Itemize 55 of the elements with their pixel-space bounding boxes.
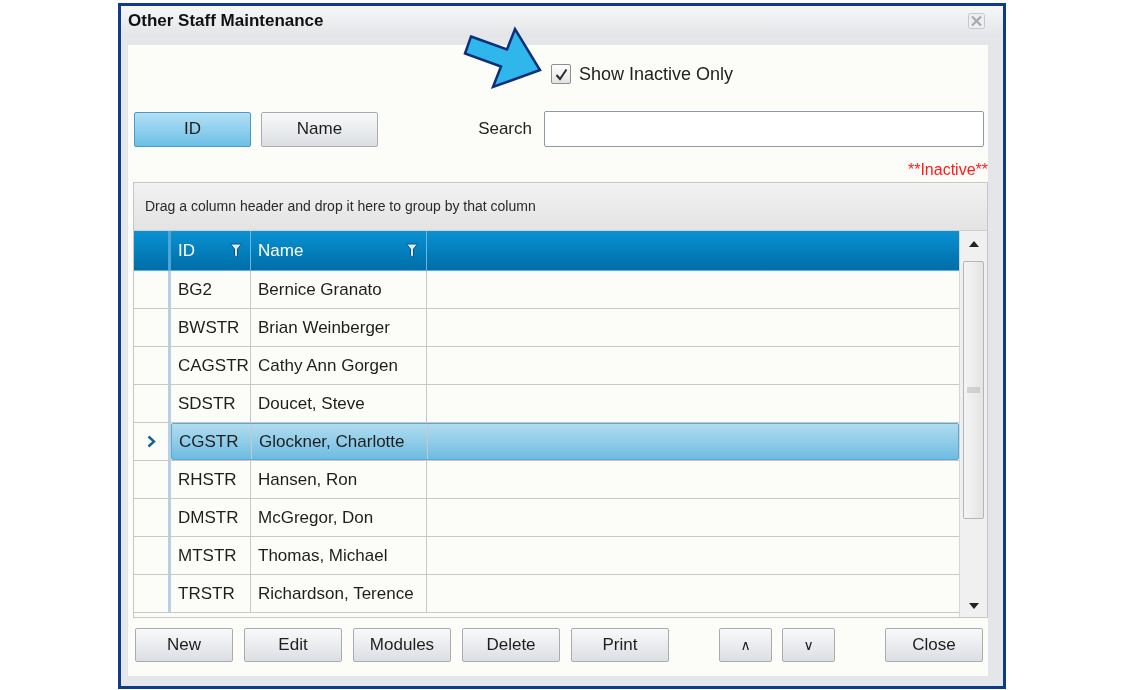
scrollbar[interactable] [959, 231, 987, 617]
sort-button[interactable]: ID [134, 111, 251, 147]
column-header[interactable]: ID [171, 231, 251, 270]
table-row[interactable]: CGSTR Glockner, Charlotte [171, 423, 959, 460]
table-cell: CAGSTR [171, 347, 251, 384]
search-field[interactable] [544, 111, 984, 147]
table-cell: Glockner, Charlotte [252, 424, 428, 459]
table-cell: SDSTR [171, 385, 251, 422]
grip-icon [967, 387, 980, 393]
filter-icon[interactable] [230, 242, 242, 259]
window-title: Other Staff Maintenance [128, 10, 324, 33]
scroll-down-arrow-icon[interactable] [968, 603, 979, 609]
filter-icon[interactable] [406, 242, 418, 259]
table-row[interactable]: TRSTR Richardson, Terence [171, 575, 959, 612]
column-header[interactable]: Name [251, 231, 427, 270]
table-cell: TRSTR [171, 575, 251, 612]
action-button[interactable]: Modules [353, 628, 451, 662]
checkmark-icon [554, 67, 568, 81]
chevron-right-icon [146, 435, 156, 448]
table-cell: Brian Weinberger [251, 309, 427, 346]
table-row[interactable]: CAGSTR Cathy Ann Gorgen [171, 347, 959, 384]
move-button[interactable]: ∨ [782, 628, 835, 662]
action-button[interactable]: New [135, 628, 233, 662]
action-button[interactable]: Print [571, 628, 669, 662]
table-cell: Doucet, Steve [251, 385, 427, 422]
checkbox-label: Show Inactive Only [579, 62, 734, 86]
table-row[interactable]: MTSTR Thomas, Michael [171, 537, 959, 574]
table-cell: DMSTR [171, 499, 251, 536]
table-cell: Cathy Ann Gorgen [251, 347, 427, 384]
move-button[interactable]: ∧ [719, 628, 772, 662]
table-cell: Bernice Granato [251, 271, 427, 308]
inactive-legend: **Inactive** [907, 161, 988, 179]
search-label: Search [478, 118, 532, 141]
table-cell: Richardson, Terence [251, 575, 427, 612]
action-button[interactable]: Edit [244, 628, 342, 662]
close-button[interactable]: Close [885, 628, 983, 662]
action-button[interactable]: Delete [462, 628, 560, 662]
sort-button[interactable]: Name [261, 111, 378, 147]
table-row[interactable]: BG2 Bernice Granato [171, 271, 959, 308]
table-row[interactable]: RHSTR Hansen, Ron [171, 461, 959, 498]
table-cell: Hansen, Ron [251, 461, 427, 498]
scroll-up-arrow-icon[interactable] [968, 241, 979, 247]
table-row[interactable]: DMSTR McGregor, Don [171, 499, 959, 536]
group-panel-hint: Drag a column header and drop it here to group by that column [145, 197, 536, 216]
table-cell: BWSTR [171, 309, 251, 346]
checkbox[interactable] [551, 64, 571, 84]
table-cell: RHSTR [171, 461, 251, 498]
scrollbar-thumb[interactable] [963, 261, 984, 519]
table-cell: MTSTR [171, 537, 251, 574]
table-cell: CGSTR [172, 424, 252, 459]
table-cell: BG2 [171, 271, 251, 308]
table-row[interactable]: BWSTR Brian Weinberger [171, 309, 959, 346]
table-cell: Thomas, Michael [251, 537, 427, 574]
table-row[interactable]: SDSTR Doucet, Steve [171, 385, 959, 422]
table-cell: McGregor, Don [251, 499, 427, 536]
